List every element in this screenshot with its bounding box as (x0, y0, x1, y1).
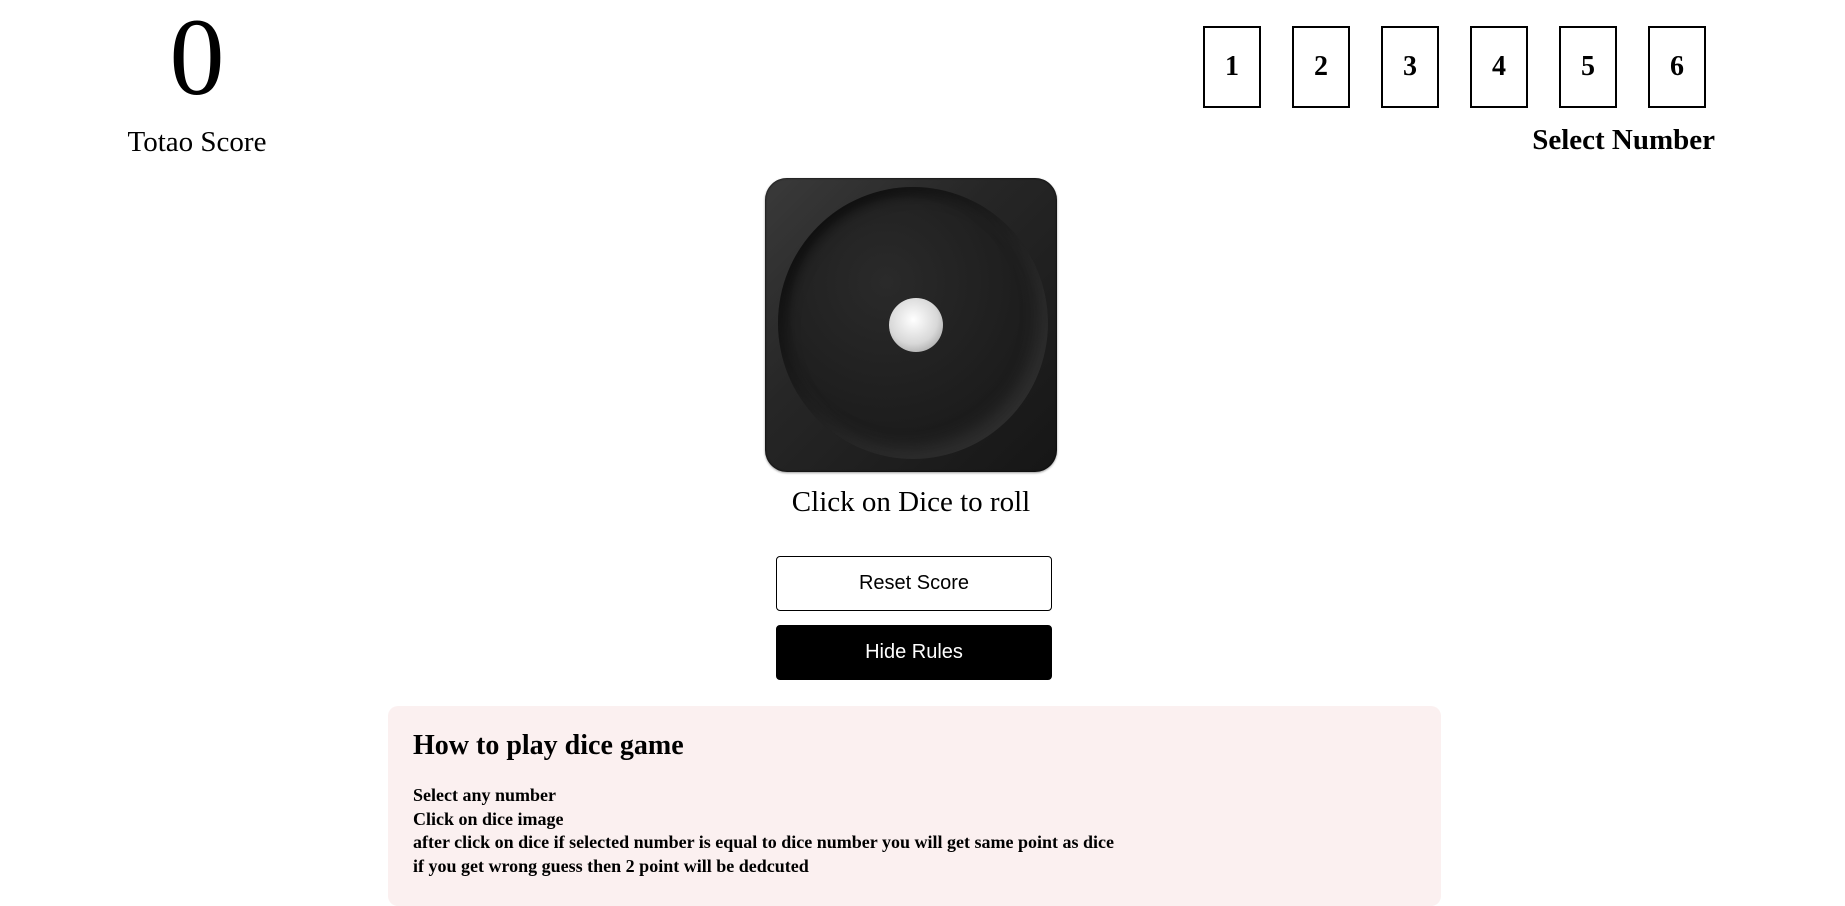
dice-pip-icon (889, 298, 943, 352)
reset-score-button[interactable]: Reset Score (776, 556, 1052, 611)
number-box-3[interactable]: 3 (1381, 26, 1439, 108)
number-selector: 1 2 3 4 5 6 Select Number (1203, 26, 1715, 156)
dice-image[interactable] (765, 178, 1057, 472)
rules-title: How to play dice game (413, 730, 684, 761)
number-boxes: 1 2 3 4 5 6 (1203, 26, 1715, 108)
number-box-1[interactable]: 1 (1203, 26, 1261, 108)
total-score-label: Totao Score (127, 126, 267, 158)
number-box-5[interactable]: 5 (1559, 26, 1617, 108)
rules-line: if you get wrong guess then 2 point will… (413, 855, 809, 876)
number-box-6[interactable]: 6 (1648, 26, 1706, 108)
dice-area: Click on Dice to roll (760, 178, 1062, 519)
dice-caption: Click on Dice to roll (791, 486, 1031, 518)
number-box-2[interactable]: 2 (1292, 26, 1350, 108)
rules-line: Select any number (413, 785, 556, 805)
rules-panel: How to play dice game Select any number … (388, 706, 1441, 906)
total-score-value: 0 (169, 0, 225, 118)
select-number-label: Select Number (1532, 124, 1715, 156)
rules-line: after click on dice if selected number i… (413, 832, 1114, 852)
number-box-4[interactable]: 4 (1470, 26, 1528, 108)
score-block: 0 Totao Score (124, 0, 270, 158)
hide-rules-button[interactable]: Hide Rules (776, 625, 1052, 680)
rules-line: Click on dice image (413, 808, 564, 829)
